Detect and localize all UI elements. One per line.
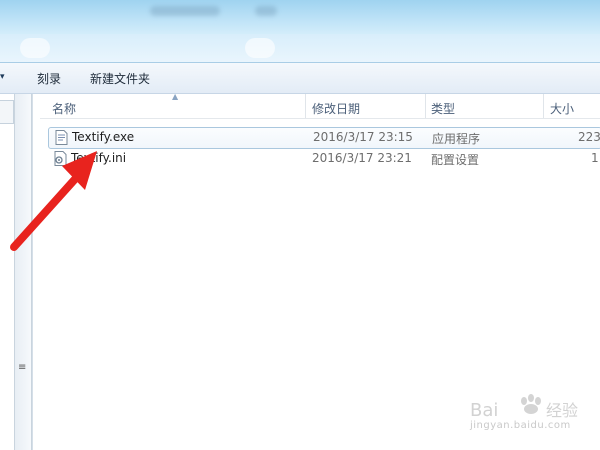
navigation-pane: ≡: [0, 94, 33, 450]
file-modified: 2016/3/17 23:21: [312, 151, 412, 165]
back-button[interactable]: [20, 38, 50, 58]
file-type: 配置设置: [431, 153, 480, 167]
column-type[interactable]: 类型: [431, 100, 455, 117]
column-size[interactable]: 大小: [550, 100, 574, 117]
pane-splitter[interactable]: [14, 94, 32, 450]
address-bar[interactable]: [0, 34, 600, 63]
column-separator[interactable]: [543, 94, 544, 118]
nav-button[interactable]: [245, 38, 275, 58]
title-bar: [0, 0, 600, 34]
title-blur-2: [255, 6, 277, 16]
column-separator[interactable]: [425, 94, 426, 118]
file-name: Textify.ini: [71, 151, 127, 165]
title-blur: [150, 6, 220, 16]
nav-pane-item[interactable]: [0, 100, 14, 124]
new-folder-button[interactable]: 新建文件夹: [90, 70, 150, 87]
burn-button[interactable]: 刻录: [37, 70, 61, 87]
svg-text:Bai: Bai: [470, 400, 498, 421]
column-header: ▲ 名称 修改日期 类型 大小: [40, 92, 600, 119]
toolbar-dropdown-icon[interactable]: ▾: [0, 72, 5, 82]
watermark-url: jingyan.baidu.com: [470, 420, 571, 431]
column-name[interactable]: 名称: [52, 100, 76, 117]
file-row-textify-ini[interactable]: Textify.ini 2016/3/17 23:21 配置设置 1: [48, 149, 600, 169]
command-toolbar: ▾ 刻录 新建文件夹: [0, 63, 600, 94]
svg-text:经验: 经验: [546, 401, 578, 420]
file-size: 223: [578, 130, 600, 144]
settings-file-icon: [54, 151, 67, 166]
file-modified: 2016/3/17 23:15: [313, 130, 413, 144]
file-type: 应用程序: [432, 132, 481, 146]
file-size: 1: [591, 151, 599, 165]
file-row-textify-exe[interactable]: Textify.exe 2016/3/17 23:15 应用程序 223: [48, 127, 600, 149]
column-modified[interactable]: 修改日期: [312, 100, 360, 117]
file-name: Textify.exe: [72, 130, 135, 144]
splitter-grip-icon[interactable]: ≡: [18, 362, 26, 373]
application-icon: [55, 130, 68, 145]
column-separator[interactable]: [305, 94, 306, 118]
sort-ascending-icon: ▲: [172, 92, 179, 101]
